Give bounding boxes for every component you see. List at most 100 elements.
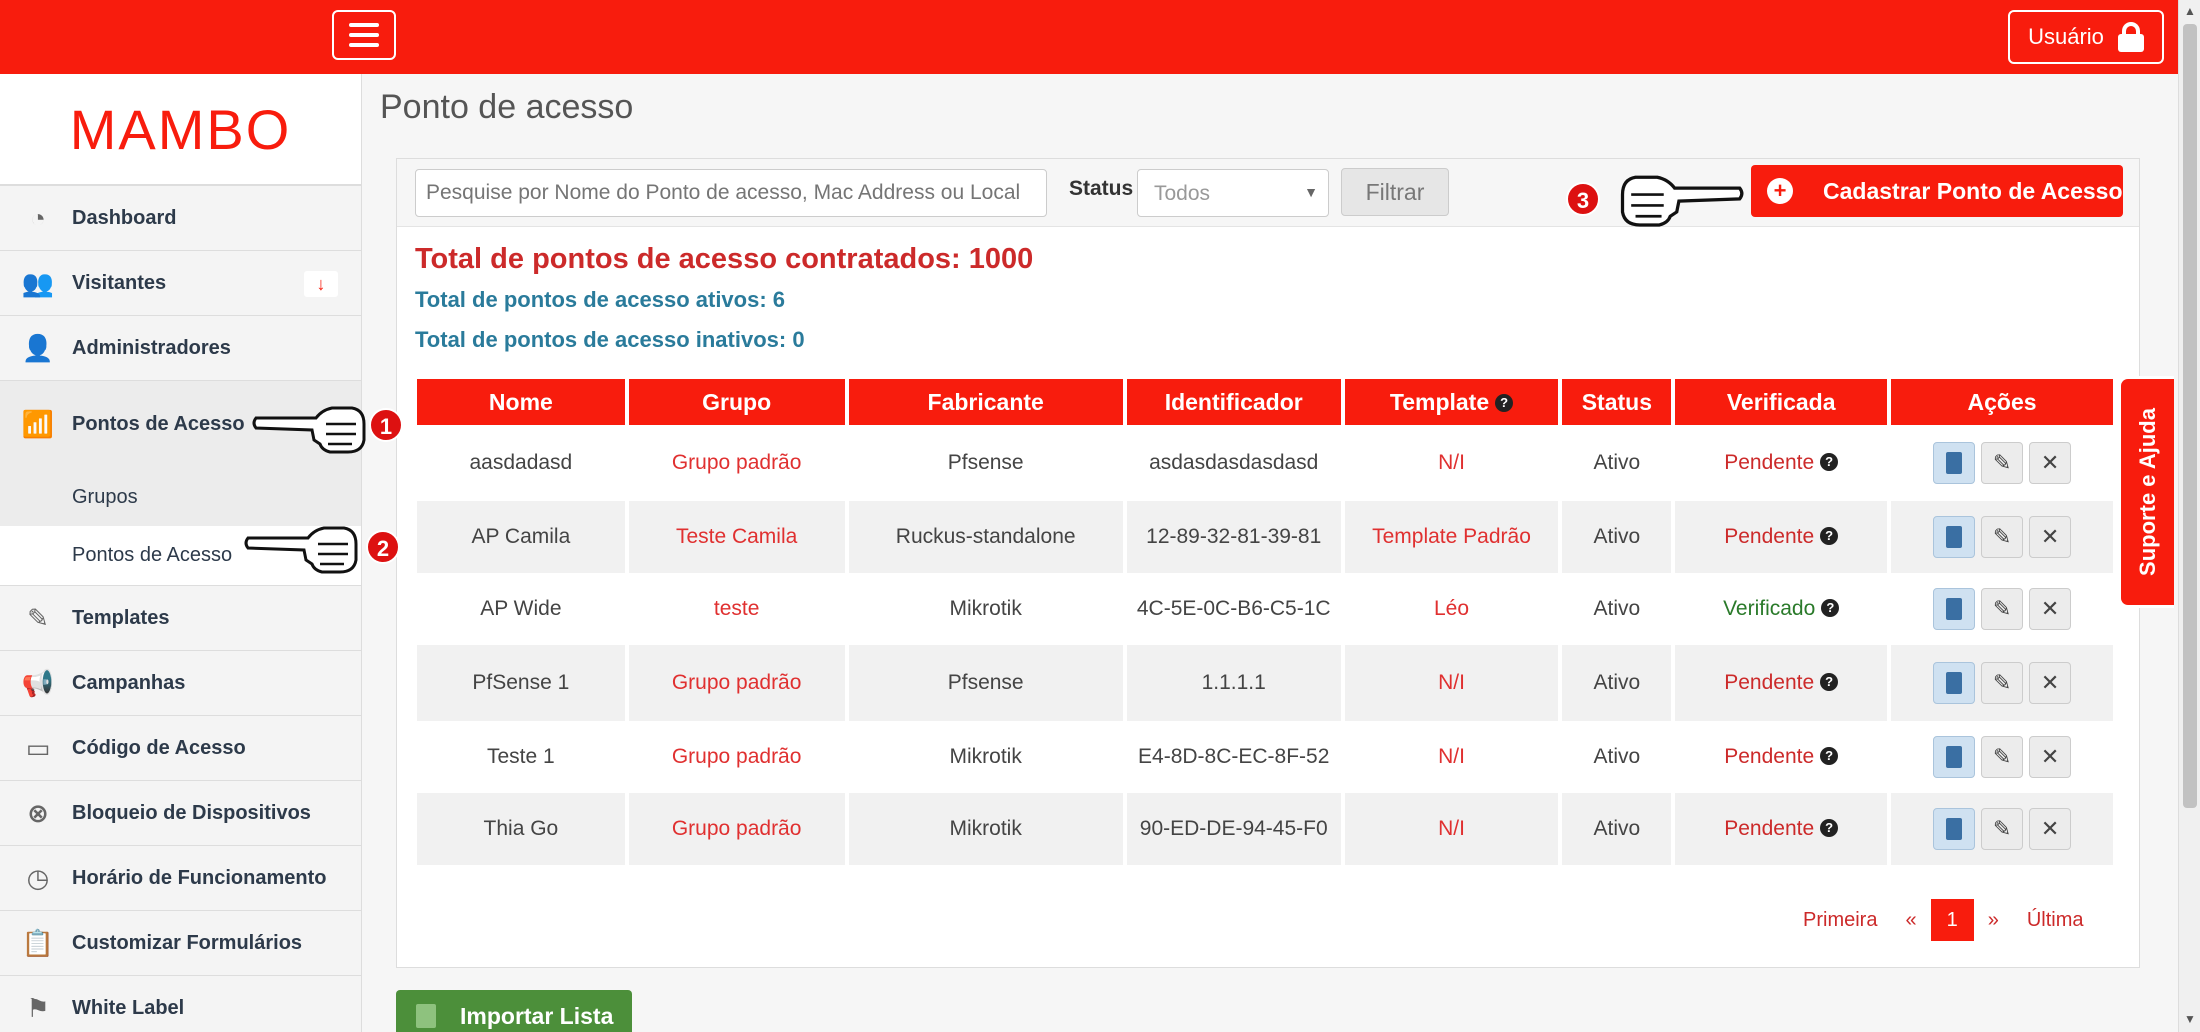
view-details-button[interactable] [1933, 662, 1976, 704]
view-details-button[interactable] [1933, 736, 1976, 778]
delete-button[interactable]: ✕ [2029, 808, 2072, 850]
cell-fabricante: Mikrotik [848, 793, 1123, 865]
pagination: Primeira « 1 » Última [1789, 899, 2098, 941]
sidebar-item-horario[interactable]: ◷ Horário de Funcionamento [0, 846, 361, 911]
cell-template-link[interactable]: N/I [1345, 721, 1559, 793]
cell-grupo-link[interactable]: Teste Camila [628, 501, 845, 573]
register-access-point-button[interactable]: + Cadastrar Ponto de Acesso [1751, 165, 2123, 217]
cell-template-link[interactable]: Léo [1345, 573, 1559, 645]
sidebar-item-codigo-de-acesso[interactable]: ▭ Código de Acesso [0, 716, 361, 781]
card-icon: ▭ [25, 732, 51, 763]
view-details-button[interactable] [1933, 516, 1976, 558]
col-identificador[interactable]: Identificador [1126, 379, 1341, 425]
edit-button[interactable]: ✎ [1981, 516, 2024, 558]
scroll-up-icon[interactable]: ▲ [2184, 4, 2196, 18]
sidebar-subitem-grupos[interactable]: Grupos [0, 468, 361, 526]
delete-button[interactable]: ✕ [2029, 662, 2072, 704]
cell-template-link[interactable]: Template Padrão [1344, 501, 1559, 573]
view-details-button[interactable] [1933, 442, 1976, 484]
access-points-table: Nome Grupo Fabricante Identificador Temp… [413, 379, 2117, 865]
help-icon[interactable]: ? [1821, 599, 1840, 617]
scroll-down-icon[interactable]: ▼ [2184, 1012, 2196, 1026]
sidebar-item-campanhas[interactable]: 📢 Campanhas [0, 651, 361, 716]
cell-grupo-link[interactable]: teste [629, 573, 845, 645]
help-icon[interactable]: ? [1820, 453, 1839, 471]
cell-fabricante: Pfsense [947, 451, 1024, 474]
close-icon: ✕ [2040, 524, 2060, 549]
cell-acoes: ✎ ✕ [1891, 501, 2113, 573]
cell-identificador: 1.1.1.1 [1126, 645, 1341, 721]
edit-button[interactable]: ✎ [1981, 442, 2024, 484]
col-verificada[interactable]: Verificada [1675, 379, 1888, 425]
col-nome[interactable]: Nome [417, 379, 625, 425]
page-scrollbar[interactable]: ▲ ▼ [2178, 0, 2200, 1032]
col-status[interactable]: Status [1562, 379, 1672, 425]
help-icon[interactable]: ? [1820, 673, 1839, 691]
cell-acoes: ✎ ✕ [1891, 425, 2113, 501]
delete-button[interactable]: ✕ [2029, 736, 2072, 778]
pencil-icon: ✎ [1992, 450, 2012, 475]
callout-3: 3 [1566, 182, 1600, 216]
page-last[interactable]: Última [2012, 899, 2098, 941]
callout-1: 1 [369, 408, 403, 442]
view-details-button[interactable] [1933, 588, 1976, 630]
verification-status: Pendente [1724, 525, 1815, 548]
document-icon [1946, 818, 1963, 840]
help-icon[interactable]: ? [1820, 527, 1839, 545]
filter-bar: Status Todos ▼ Filtrar + Cadastrar Ponto… [397, 159, 2139, 227]
delete-button[interactable]: ✕ [2029, 588, 2072, 630]
cell-grupo-link[interactable]: Grupo padrão [628, 793, 845, 865]
clipboard-icon: 📋 [21, 927, 55, 958]
cell-template-link[interactable]: N/I [1345, 425, 1559, 501]
cell-verificada: Pendente? [1675, 645, 1888, 721]
col-template[interactable]: Template? [1344, 379, 1559, 425]
table-row: Thia Go Grupo padrão Mikrotik 90-ED-DE-94-4… [417, 793, 2113, 865]
view-details-button[interactable] [1933, 808, 1976, 850]
import-list-button[interactable]: Importar Lista [396, 990, 632, 1032]
page-next[interactable]: » [1973, 899, 2013, 941]
help-icon[interactable]: ? [1820, 819, 1839, 837]
edit-button[interactable]: ✎ [1981, 808, 2024, 850]
table-row: Teste 1 Grupo padrão Mikrotik E4-8D-8C-EC-8… [417, 721, 2113, 793]
search-input[interactable] [415, 169, 1047, 217]
delete-button[interactable]: ✕ [2029, 442, 2072, 484]
cell-grupo-link[interactable]: Grupo padrão [629, 425, 845, 501]
sidebar-item-administradores[interactable]: 👤 Administradores [0, 316, 361, 381]
total-contracted: Total de pontos de acesso contratados: 1… [415, 243, 1034, 275]
cell-template-link[interactable]: N/I [1344, 793, 1559, 865]
page-current[interactable]: 1 [1930, 899, 1974, 941]
edit-button[interactable]: ✎ [1981, 588, 2024, 630]
cell-acoes: ✎ ✕ [1891, 721, 2113, 793]
cell-status: Ativo [1593, 745, 1641, 768]
user-menu-button[interactable]: Usuário [2008, 10, 2164, 64]
help-icon[interactable]: ? [1820, 747, 1839, 765]
col-fabricante[interactable]: Fabricante [848, 379, 1123, 425]
document-icon [1946, 746, 1963, 768]
help-icon[interactable]: ? [1495, 393, 1514, 412]
sidebar-item-dashboard[interactable]: ◔ Dashboard [0, 186, 361, 251]
delete-button[interactable]: ✕ [2029, 516, 2072, 558]
scrollbar-thumb[interactable] [2183, 24, 2197, 808]
filter-button[interactable]: Filtrar [1341, 168, 1449, 216]
sidebar-item-bloqueio[interactable]: ⊗ Bloqueio de Dispositivos [0, 781, 361, 846]
sidebar-item-visitantes[interactable]: 👥 Visitantes ↓ [0, 251, 361, 316]
sidebar-item-white-label[interactable]: ⚑ White Label [0, 976, 361, 1032]
cell-grupo-link[interactable]: Grupo padrão [628, 645, 845, 721]
users-icon: 👥 [21, 267, 55, 298]
cell-verificada: Pendente? [1675, 425, 1887, 501]
sidebar-item-templates[interactable]: ✎ Templates [0, 586, 361, 651]
sidebar-item-customizar-formularios[interactable]: 📋 Customizar Formulários [0, 911, 361, 976]
document-icon [1946, 672, 1963, 694]
cell-verificada: Pendente? [1675, 501, 1888, 573]
menu-toggle-button[interactable] [332, 10, 396, 60]
cell-template-link[interactable]: N/I [1344, 645, 1559, 721]
pencil-icon: ✎ [27, 602, 49, 633]
page-prev[interactable]: « [1891, 899, 1931, 941]
status-select[interactable]: Todos ▼ [1137, 169, 1329, 217]
page-first[interactable]: Primeira [1789, 899, 1892, 941]
edit-button[interactable]: ✎ [1981, 736, 2024, 778]
cell-grupo-link[interactable]: Grupo padrão [629, 721, 845, 793]
col-grupo[interactable]: Grupo [628, 379, 845, 425]
support-help-tab[interactable]: Suporte e Ajuda [2118, 376, 2174, 608]
edit-button[interactable]: ✎ [1981, 662, 2024, 704]
